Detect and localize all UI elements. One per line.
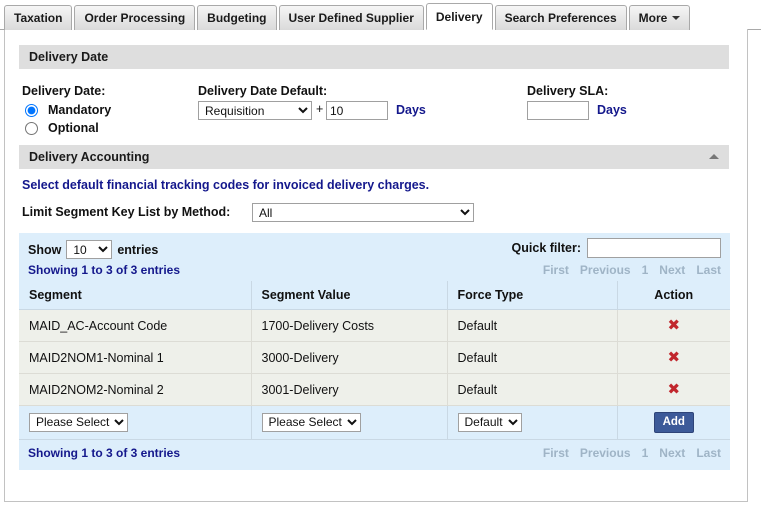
show-entries-prefix: Show xyxy=(28,242,62,257)
segment-table: Segment Segment Value Force Type Action … xyxy=(19,281,730,440)
delivery-date-default-label: Delivery Date Default: xyxy=(198,84,328,98)
pagination-last[interactable]: Last xyxy=(696,446,721,460)
show-entries-control: Show 10 entries xyxy=(28,240,158,259)
cell-segment: MAID2NOM2-Nominal 2 xyxy=(19,373,252,406)
pagination-bottom: First Previous 1 Next Last xyxy=(543,446,721,460)
pagination-next[interactable]: Next xyxy=(659,446,685,460)
new-force-type-select[interactable]: Default xyxy=(457,412,522,432)
days-offset-input[interactable] xyxy=(326,101,388,120)
table-toolbar: Show 10 entries Quick filter: Showing 1 … xyxy=(19,233,730,281)
table-row: MAID_AC-Account Code 1700-Delivery Costs… xyxy=(19,309,730,342)
column-header-segment[interactable]: Segment xyxy=(19,281,252,310)
tab-list: Taxation Order Processing Budgeting User… xyxy=(4,3,692,30)
cell-action: ✖ xyxy=(617,373,730,406)
cell-segment: MAID2NOM1-Nominal 1 xyxy=(19,341,252,374)
cell-segment: MAID_AC-Account Code xyxy=(19,309,252,342)
pagination-next[interactable]: Next xyxy=(659,263,685,277)
cell-segment-value: 1700-Delivery Costs xyxy=(251,309,448,342)
delivery-sla-label: Delivery SLA: xyxy=(527,84,609,98)
add-button[interactable]: Add xyxy=(653,412,694,433)
tab-label: More xyxy=(638,11,668,25)
tab-search-preferences[interactable]: Search Preferences xyxy=(494,5,627,30)
chevron-down-icon xyxy=(672,15,681,20)
delivery-date-default-select[interactable]: Requisition xyxy=(198,101,312,120)
triangle-up-icon[interactable] xyxy=(709,154,719,159)
tab-strip: Taxation Order Processing Budgeting User… xyxy=(0,0,761,30)
limit-segment-key-select[interactable]: All xyxy=(252,203,474,222)
days-label-sla: Days xyxy=(597,103,627,117)
tab-delivery[interactable]: Delivery xyxy=(425,3,493,30)
pagination-first[interactable]: First xyxy=(543,263,569,277)
section-header-delivery-date: Delivery Date xyxy=(19,45,729,69)
table-row: MAID2NOM2-Nominal 2 3001-Delivery Defaul… xyxy=(19,373,730,406)
new-segment-value-select[interactable]: Please Select xyxy=(261,412,361,432)
delete-x-icon[interactable]: ✖ xyxy=(667,350,680,365)
days-label-default: Days xyxy=(396,103,426,117)
tab-order-processing[interactable]: Order Processing xyxy=(74,5,196,30)
table-header-row: Segment Segment Value Force Type Action xyxy=(19,281,730,310)
cell-new-action: Add xyxy=(617,405,730,440)
delete-x-icon[interactable]: ✖ xyxy=(667,382,680,397)
cell-force-type: Default xyxy=(447,373,618,406)
segment-table-block: Show 10 entries Quick filter: Showing 1 … xyxy=(19,233,730,470)
cell-new-segment-value: Please Select xyxy=(251,405,448,440)
tab-label: Order Processing xyxy=(84,11,186,25)
new-segment-select[interactable]: Please Select xyxy=(29,412,128,432)
cell-force-type: Default xyxy=(447,341,618,374)
delivery-sla-input[interactable] xyxy=(527,101,589,120)
limit-segment-key-label: Limit Segment Key List by Method: xyxy=(22,205,231,219)
section-title: Delivery Accounting xyxy=(29,150,150,164)
cell-action: ✖ xyxy=(617,341,730,374)
pagination-first[interactable]: First xyxy=(543,446,569,460)
plus-sign-label: + xyxy=(316,102,324,116)
quick-filter-input[interactable] xyxy=(587,238,721,258)
cell-segment-value: 3001-Delivery xyxy=(251,373,448,406)
cell-segment-value: 3000-Delivery xyxy=(251,341,448,374)
tab-taxation[interactable]: Taxation xyxy=(4,5,73,30)
show-entries-suffix: entries xyxy=(117,242,159,257)
pagination-top: First Previous 1 Next Last xyxy=(543,263,721,277)
page-length-select[interactable]: 10 xyxy=(66,240,113,259)
table-footer: Showing 1 to 3 of 3 entries First Previo… xyxy=(19,440,730,470)
tab-label: Taxation xyxy=(14,11,63,25)
radio-optional-label[interactable]: Optional xyxy=(48,121,99,135)
radio-option-optional[interactable]: Optional xyxy=(22,121,99,135)
pagination-page-1[interactable]: 1 xyxy=(642,263,649,277)
delete-x-icon[interactable]: ✖ xyxy=(667,318,680,333)
quick-filter-control: Quick filter: xyxy=(512,238,721,258)
accounting-intro-text: Select default financial tracking codes … xyxy=(22,178,430,192)
showing-entries-top: Showing 1 to 3 of 3 entries xyxy=(28,263,181,277)
radio-mandatory-input[interactable] xyxy=(25,103,38,117)
column-header-segment-value[interactable]: Segment Value xyxy=(251,281,448,310)
radio-option-mandatory[interactable]: Mandatory xyxy=(22,103,111,117)
cell-force-type: Default xyxy=(447,309,618,342)
quick-filter-label: Quick filter: xyxy=(511,241,581,255)
radio-optional-input[interactable] xyxy=(25,121,38,135)
showing-entries-bottom: Showing 1 to 3 of 3 entries xyxy=(28,445,181,460)
pagination-last[interactable]: Last xyxy=(696,263,721,277)
delivery-date-label: Delivery Date: xyxy=(22,84,106,98)
pagination-previous[interactable]: Previous xyxy=(580,446,631,460)
section-title: Delivery Date xyxy=(29,50,109,64)
tab-user-defined-supplier[interactable]: User Defined Supplier xyxy=(278,5,424,30)
section-header-delivery-accounting[interactable]: Delivery Accounting xyxy=(19,145,729,169)
tab-label: Budgeting xyxy=(207,11,267,25)
tab-label: User Defined Supplier xyxy=(288,11,414,25)
pagination-previous[interactable]: Previous xyxy=(580,263,631,277)
tab-more[interactable]: More xyxy=(628,5,691,30)
cell-action: ✖ xyxy=(617,309,730,342)
table-row: MAID2NOM1-Nominal 1 3000-Delivery Defaul… xyxy=(19,341,730,374)
tab-label: Delivery xyxy=(435,10,483,24)
column-header-force-type[interactable]: Force Type xyxy=(447,281,618,310)
pagination-page-1[interactable]: 1 xyxy=(642,446,649,460)
radio-mandatory-label[interactable]: Mandatory xyxy=(48,103,111,117)
column-header-action: Action xyxy=(617,281,730,310)
tab-label: Search Preferences xyxy=(504,11,617,25)
table-new-entry-row: Please Select Please Select Default Add xyxy=(19,405,730,440)
tab-budgeting[interactable]: Budgeting xyxy=(197,5,277,30)
cell-new-force-type: Default xyxy=(447,405,618,440)
cell-new-segment: Please Select xyxy=(19,405,252,440)
